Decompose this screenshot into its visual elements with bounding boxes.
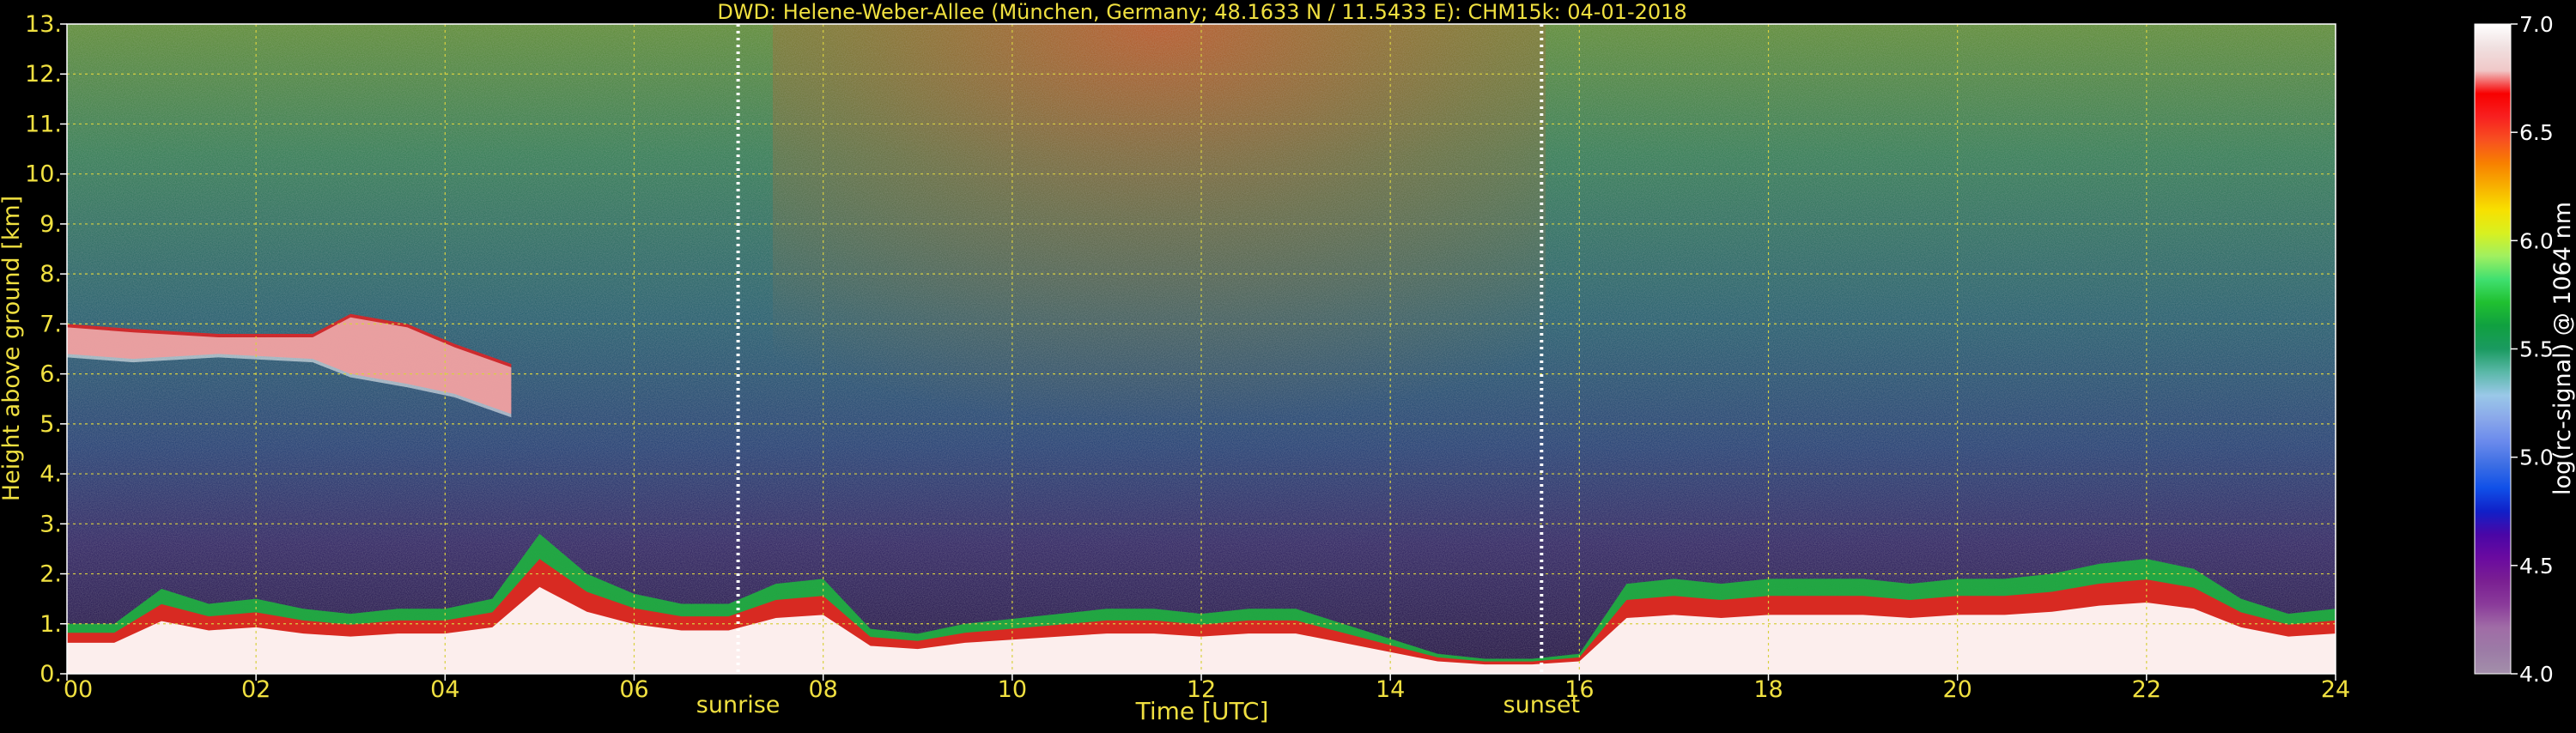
x-tick-label: 04 (430, 676, 459, 703)
colorbar-tick-label: 6.0 (2519, 228, 2554, 253)
chart-svg: sunrise sunset 00 02 04 06 08 10 12 14 16 18 20 22 24… (0, 0, 2576, 725)
y-tick-label: 6. (39, 361, 62, 388)
y-tick-label: 13. (25, 11, 62, 38)
x-tick-label: 14 (1376, 676, 1405, 703)
colorbar-tick-label: 7.0 (2519, 12, 2554, 37)
y-axis: 0. 1. 2. 3. 4. 5. 6. 7. 8. 9. 10. 11. 12. 13. (25, 11, 67, 688)
chart-title: DWD: Helene-Weber-Allee (München, German… (717, 0, 1686, 24)
y-tick-label: 11. (25, 111, 62, 137)
x-tick-label: 24 (2321, 676, 2350, 703)
x-tick-label: 16 (1564, 676, 1594, 703)
colorbar-tick-label: 6.5 (2519, 120, 2554, 145)
y-axis-label: Height above ground [km] (0, 196, 25, 501)
colorbar-label: log(rc-signal) @ 1064 nm (2549, 202, 2576, 495)
y-tick-label: 4. (39, 461, 62, 488)
y-tick-label: 12. (25, 61, 62, 88)
colorbar-tick-label: 5.5 (2519, 337, 2554, 362)
y-tick-label: 7. (39, 311, 62, 337)
y-tick-label: 2. (39, 561, 62, 588)
x-tick-label: 08 (808, 676, 837, 703)
x-axis-label: Time [UTC] (1135, 697, 1269, 725)
colorbar-ticks: 4.0 4.5 5.0 5.5 6.0 6.5 7.0 (2511, 12, 2554, 687)
x-tick-label: 22 (2132, 676, 2161, 703)
y-tick-label: 3. (39, 511, 62, 537)
x-tick-label: 18 (1753, 676, 1783, 703)
x-tick-label: 00 (64, 676, 93, 703)
y-tick-label: 0. (39, 661, 62, 688)
colorbar-tick-label: 4.5 (2519, 554, 2554, 579)
y-tick-label: 5. (39, 411, 62, 438)
x-tick-label: 20 (1942, 676, 1971, 703)
y-tick-label: 1. (39, 611, 62, 638)
y-tick-label: 9. (39, 211, 62, 238)
y-tick-label: 10. (25, 161, 62, 188)
x-tick-label: 02 (241, 676, 270, 703)
colorbar: 4.0 4.5 5.0 5.5 6.0 6.5 7.0 log(rc-signal) @ 1… (2474, 12, 2576, 687)
sunrise-label: sunrise (696, 692, 781, 718)
colorbar-tick-label: 5.0 (2519, 445, 2554, 470)
ceilometer-plot: sunrise sunset 00 02 04 06 08 10 12 14 16 18 20 22 24… (0, 0, 2576, 730)
colorbar-swatch (2475, 24, 2511, 674)
x-tick-label: 10 (998, 676, 1027, 703)
colorbar-tick-label: 4.0 (2519, 662, 2554, 687)
x-tick-label: 06 (619, 676, 648, 703)
y-tick-label: 8. (39, 261, 62, 288)
